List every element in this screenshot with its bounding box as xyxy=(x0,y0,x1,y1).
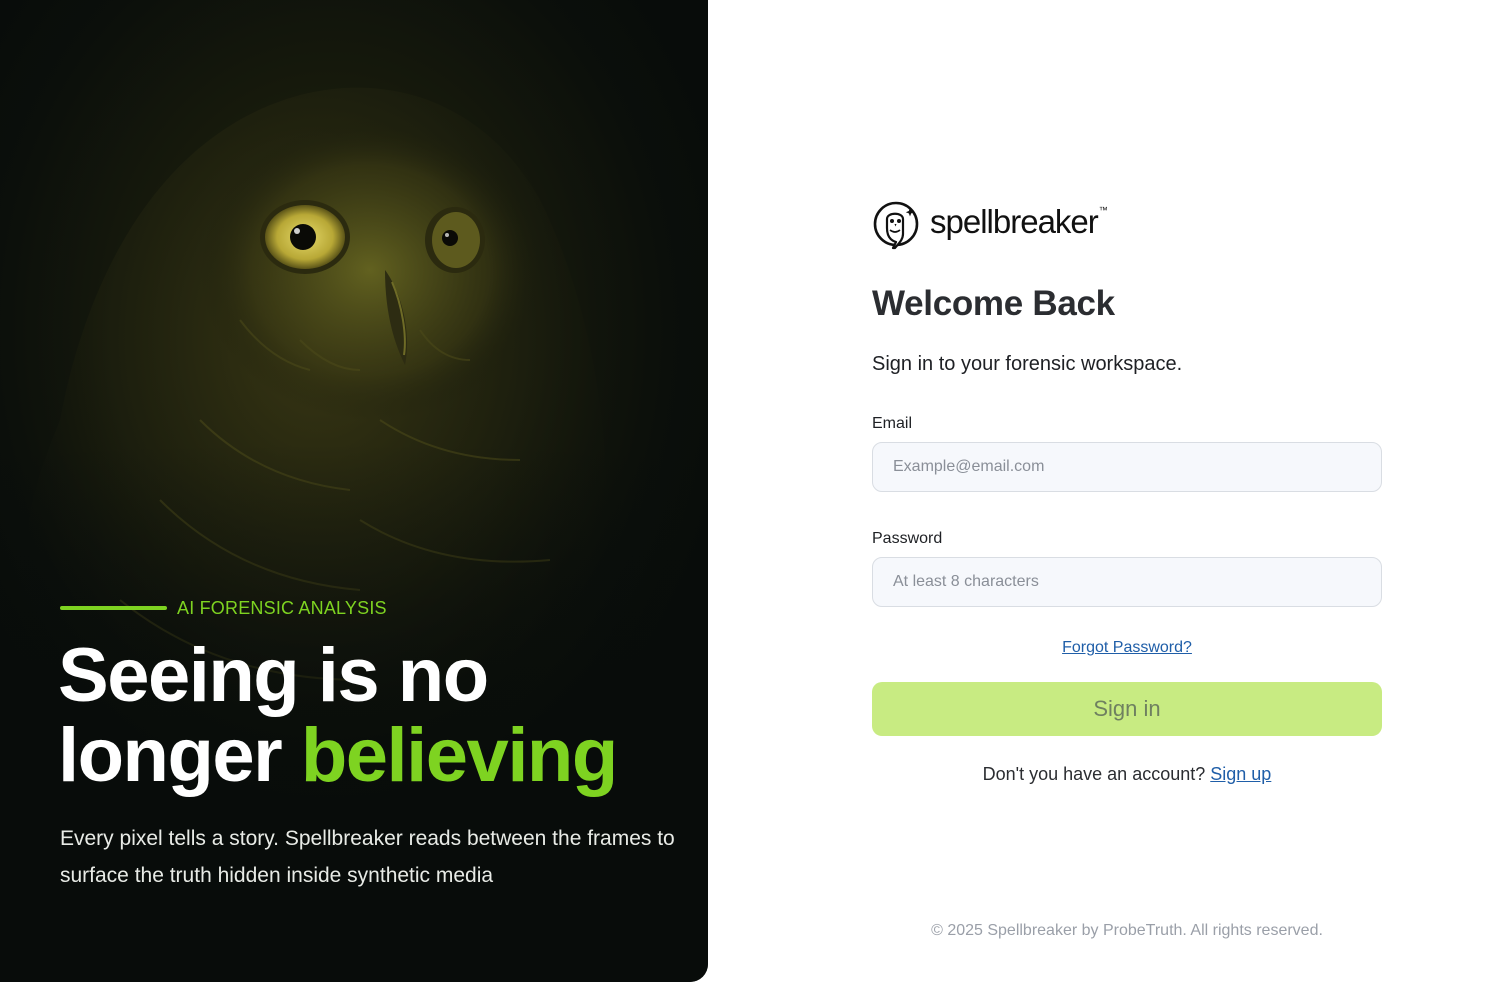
page-title: Welcome Back xyxy=(872,284,1115,323)
owl-logo-icon xyxy=(873,201,919,250)
signup-row: Don't you have an account? Sign up xyxy=(872,764,1382,788)
eyebrow-line xyxy=(60,606,167,610)
signin-button[interactable]: Sign in xyxy=(872,682,1382,736)
forgot-row: Forgot Password? xyxy=(872,639,1382,659)
brand-name: spellbreaker™ xyxy=(930,203,1108,241)
eyebrow-text: AI FORENSIC ANALYSIS xyxy=(177,597,387,618)
trademark: ™ xyxy=(1098,205,1108,215)
password-field[interactable] xyxy=(872,557,1382,607)
email-label: Email xyxy=(872,415,913,432)
signup-prompt: Don't you have an account? xyxy=(982,764,1206,784)
signin-form: spellbreaker™ Welcome Back Sign in to yo… xyxy=(872,198,1382,788)
brand: spellbreaker™ xyxy=(872,198,1382,250)
footer-copyright: © 2025 Spellbreaker by ProbeTruth. All r… xyxy=(931,922,1323,939)
eyebrow: AI FORENSIC ANALYSIS xyxy=(60,596,387,620)
email-field[interactable] xyxy=(872,442,1382,492)
brand-name-text: spellbreaker xyxy=(930,203,1099,240)
password-label: Password xyxy=(872,530,943,547)
page-subtitle: Sign in to your forensic workspace. xyxy=(872,353,1183,375)
forgot-password-link[interactable]: Forgot Password? xyxy=(1062,639,1192,656)
headline-accent: believing xyxy=(300,713,618,798)
hero-copy: Every pixel tells a story. Spellbreaker … xyxy=(60,827,675,887)
signup-link[interactable]: Sign up xyxy=(1210,764,1271,784)
hero-panel: AI FORENSIC ANALYSIS Seeing is no longer… xyxy=(0,0,708,982)
headline-line-1: Seeing is no xyxy=(58,633,489,718)
hero-headline: Seeing is no longer believing xyxy=(58,636,698,796)
headline-line-2: longer xyxy=(58,713,301,798)
